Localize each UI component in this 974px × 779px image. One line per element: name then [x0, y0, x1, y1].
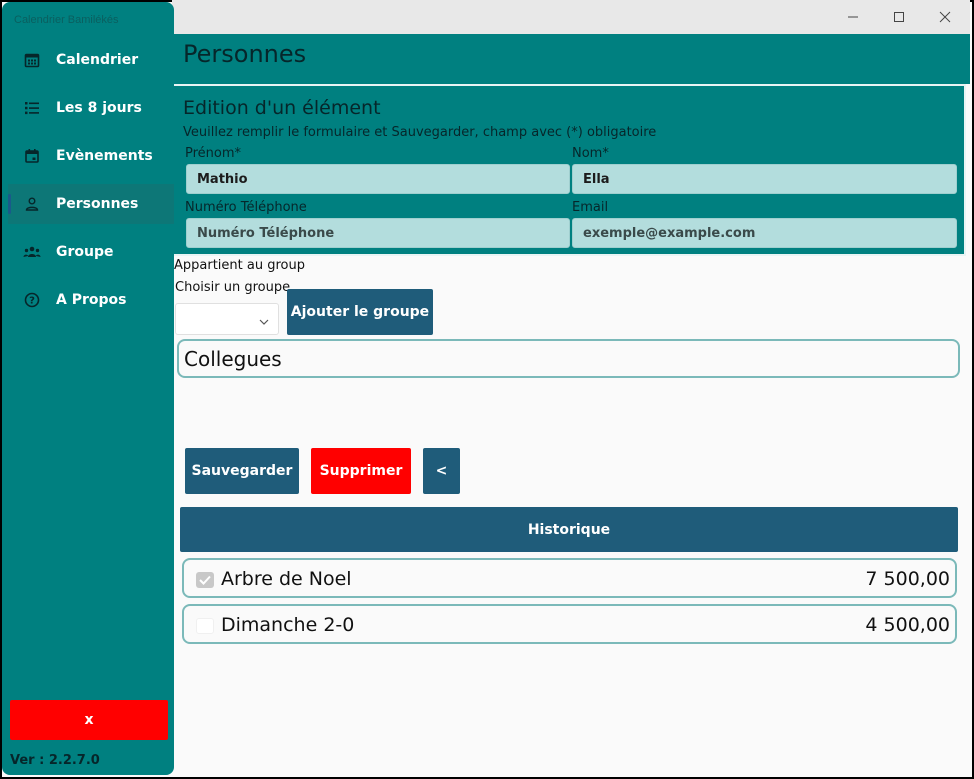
- form-subtitle: Veuillez remplir le formulaire et Sauveg…: [183, 125, 657, 140]
- minimize-icon: [848, 16, 858, 18]
- sidebar-item-label: Groupe: [56, 244, 114, 260]
- checkbox-unchecked[interactable]: [196, 618, 214, 634]
- sidebar-item-groupe[interactable]: Groupe: [8, 232, 174, 272]
- save-button[interactable]: Sauvegarder: [185, 448, 299, 494]
- group-list-item[interactable]: Collegues: [184, 347, 282, 371]
- phone-field[interactable]: Numéro Téléphone: [186, 218, 570, 248]
- add-group-button[interactable]: Ajouter le groupe: [287, 289, 433, 335]
- maximize-icon: [894, 12, 904, 22]
- group-list: Collegues: [177, 339, 960, 378]
- event-icon: [22, 146, 42, 166]
- edit-form-panel: Edition d'un élément Veuillez remplir le…: [172, 84, 966, 256]
- page-header: Personnes: [172, 34, 970, 84]
- check-icon: [199, 575, 211, 585]
- first-name-label: Prénom*: [185, 146, 242, 161]
- chevron-down-icon: [258, 313, 270, 332]
- group-icon: [22, 242, 42, 262]
- sidebar-item-label: Les 8 jours: [56, 100, 142, 116]
- close-icon: [939, 11, 951, 23]
- last-name-label: Nom*: [572, 146, 609, 161]
- choose-group-label: Choisir un groupe: [175, 280, 291, 295]
- page-title: Personnes: [183, 40, 307, 68]
- history-header: Historique: [180, 507, 958, 552]
- sidebar-item-label: Evènements: [56, 148, 153, 164]
- close-window-button[interactable]: [922, 0, 968, 34]
- email-field[interactable]: exemple@example.com: [572, 218, 957, 248]
- phone-label: Numéro Téléphone: [185, 200, 307, 215]
- history-row-name: Arbre de Noel: [221, 568, 352, 590]
- svg-text:?: ?: [29, 296, 35, 307]
- history-row-name: Dimanche 2-0: [221, 614, 355, 636]
- sidebar-item-label: Calendrier: [56, 52, 139, 68]
- group-select[interactable]: [175, 303, 279, 335]
- history-row-amount: 7 500,00: [865, 568, 950, 590]
- last-name-field[interactable]: Ella: [572, 164, 957, 194]
- minimize-button[interactable]: [830, 0, 876, 34]
- sidebar-item-label: A Propos: [56, 292, 127, 308]
- window-titlebar: [172, 0, 970, 34]
- sidebar-item-les-8-jours[interactable]: Les 8 jours: [8, 88, 174, 128]
- maximize-button[interactable]: [876, 0, 922, 34]
- first-name-field[interactable]: Mathio: [186, 164, 570, 194]
- version-label: Ver : 2.2.7.0: [10, 753, 100, 768]
- sidebar-item-evenements[interactable]: Evènements: [8, 136, 174, 176]
- person-icon: [22, 194, 42, 214]
- help-icon: ?: [22, 290, 42, 310]
- history-row[interactable]: Dimanche 2-0 4 500,00: [182, 604, 957, 644]
- history-row-amount: 4 500,00: [865, 614, 950, 636]
- form-title: Edition d'un élément: [183, 97, 381, 119]
- delete-button[interactable]: Supprimer: [311, 448, 411, 494]
- email-label: Email: [572, 200, 609, 215]
- list-icon: [22, 98, 42, 118]
- sidebar-item-label: Personnes: [56, 196, 139, 212]
- sidebar-item-calendrier[interactable]: Calendrier: [8, 40, 174, 80]
- sidebar: Calendrier Bamilékés Calendrier Les 8 jo…: [2, 2, 174, 775]
- close-app-button[interactable]: x: [10, 700, 168, 740]
- back-button[interactable]: <: [423, 448, 460, 494]
- group-section-label: Appartient au group: [174, 258, 305, 273]
- sidebar-item-personnes[interactable]: Personnes: [8, 184, 174, 224]
- app-title: Calendrier Bamilékés: [14, 14, 119, 26]
- sidebar-item-a-propos[interactable]: ? A Propos: [8, 280, 174, 320]
- calendar-icon: [22, 50, 42, 70]
- checkbox-checked[interactable]: [196, 572, 214, 588]
- history-row[interactable]: Arbre de Noel 7 500,00: [182, 558, 957, 598]
